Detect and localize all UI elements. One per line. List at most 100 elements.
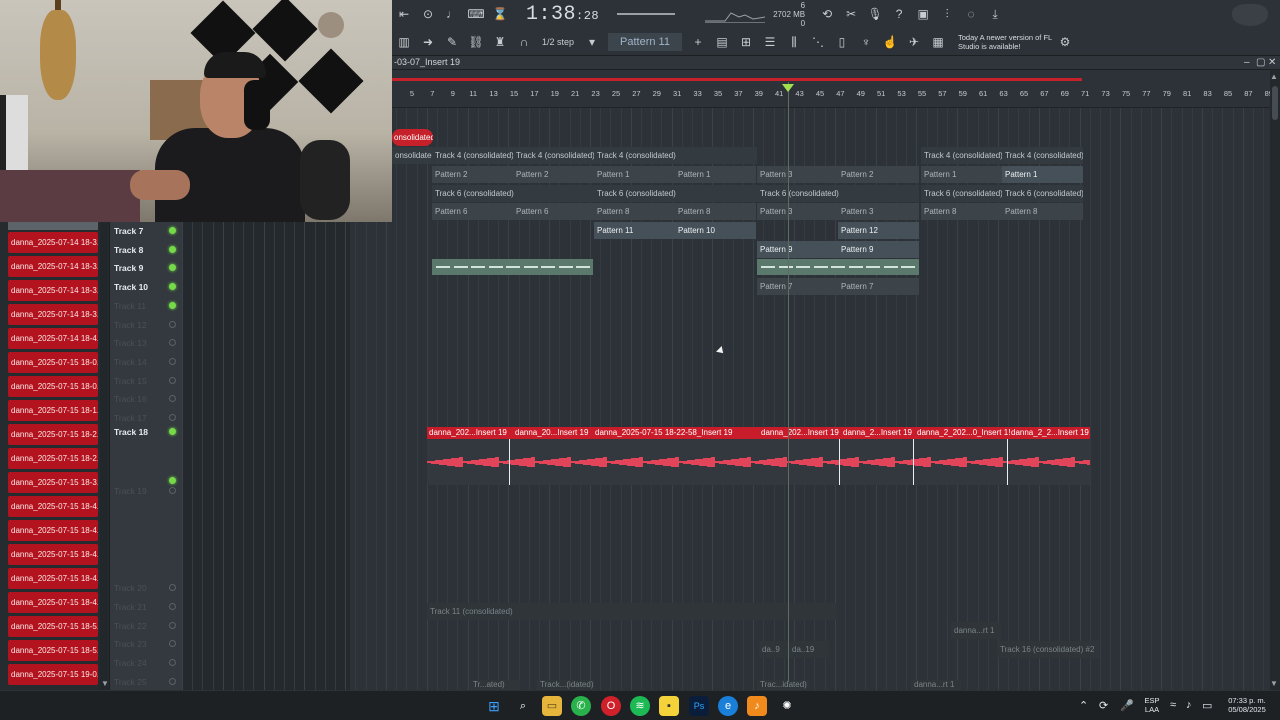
- track-header[interactable]: Track 10: [110, 278, 182, 297]
- script-icon[interactable]: ✈: [904, 33, 924, 51]
- microphone-icon[interactable]: 🎤: [1120, 699, 1134, 712]
- clip-track6-consolidated[interactable]: Track 6 (consolidated): [921, 185, 1002, 202]
- clip-track4-consolidated[interactable]: Track 4 (consolidated): [921, 147, 1002, 164]
- track-header[interactable]: Track 11: [110, 297, 182, 316]
- clip-pattern[interactable]: Pattern 1: [675, 166, 756, 183]
- clip-track6-consolidated[interactable]: Track 6 (consolidated): [757, 185, 919, 202]
- track-mute-led[interactable]: [169, 640, 176, 647]
- clip-danna-short[interactable]: da..9: [759, 641, 789, 658]
- track-mute-led[interactable]: [169, 283, 176, 291]
- clip-pattern[interactable]: Pattern 7: [838, 278, 919, 295]
- track-mute-led[interactable]: [169, 264, 176, 272]
- close-icon[interactable]: ✕: [1268, 57, 1276, 68]
- magnet-icon[interactable]: ∩: [514, 33, 534, 51]
- playlist-icon[interactable]: ▤: [712, 33, 732, 51]
- spotify-icon[interactable]: ≋: [630, 696, 650, 716]
- mode-icon[interactable]: ⇤: [394, 5, 414, 23]
- plugin-icon[interactable]: ♆: [856, 33, 876, 51]
- file-explorer-icon[interactable]: ▭: [542, 696, 562, 716]
- track-header[interactable]: Track 9: [110, 259, 182, 278]
- windows-start-icon[interactable]: ⊞: [484, 696, 504, 716]
- browser-audio-file[interactable]: danna_2025-07-15 18-0...: [8, 352, 98, 373]
- clip-consolidated-tag[interactable]: onsolidated): [392, 129, 433, 146]
- clip-pattern[interactable]: Pattern 8: [594, 203, 675, 220]
- master-volume-slider[interactable]: [617, 13, 676, 15]
- clip-danna-part[interactable]: danna...rt 1: [911, 680, 961, 690]
- edge-icon[interactable]: e: [718, 696, 738, 716]
- chevron-up-icon[interactable]: ⌃: [1079, 699, 1088, 712]
- maximize-icon[interactable]: ▢: [1256, 57, 1265, 68]
- channel-rack-icon[interactable]: ⊞: [736, 33, 756, 51]
- track-header[interactable]: Track 13: [110, 334, 182, 353]
- browser-audio-file[interactable]: danna_2025-07-14 18-3...: [8, 232, 98, 253]
- track-mute-led[interactable]: [169, 659, 176, 666]
- track-header[interactable]: Track 19: [110, 482, 182, 501]
- browser-icon[interactable]: ▯: [832, 33, 852, 51]
- track-mute-led[interactable]: [169, 487, 176, 494]
- touch-icon[interactable]: ☝: [880, 33, 900, 51]
- track-mute-led[interactable]: [169, 301, 176, 309]
- stamp-icon[interactable]: ♜: [490, 33, 510, 51]
- volume-icon[interactable]: ♪: [1186, 699, 1192, 711]
- clip-pattern[interactable]: Pattern 6: [432, 203, 513, 220]
- pattern-song-icon[interactable]: ▥: [394, 33, 414, 51]
- clip-track6-consolidated[interactable]: Track 6 (consolidated): [432, 185, 594, 202]
- clip-green-pattern[interactable]: [432, 259, 593, 275]
- clip-pattern[interactable]: Pattern 7: [757, 278, 838, 295]
- clip-pattern[interactable]: Pattern 9: [757, 241, 838, 258]
- wifi-icon[interactable]: ≈: [1170, 699, 1176, 711]
- browser-audio-file[interactable]: danna_2025-07-15 18-4...: [8, 496, 98, 517]
- scrollbar-thumb[interactable]: [1272, 86, 1278, 120]
- clip-pattern[interactable]: Pattern 3: [757, 203, 838, 220]
- save-icon[interactable]: ▣: [913, 5, 933, 23]
- clip-pattern[interactable]: Pattern 10: [675, 222, 756, 239]
- search-icon[interactable]: ⌕: [513, 696, 533, 716]
- browser-audio-file[interactable]: danna_2025-07-15 18-5...: [8, 640, 98, 661]
- clip-pattern[interactable]: Pattern 8: [675, 203, 756, 220]
- browser-audio-file[interactable]: danna_2025-07-15 18-2...: [8, 448, 98, 469]
- track-mute-led[interactable]: [169, 603, 176, 610]
- language-indicator[interactable]: ESP LAA: [1140, 696, 1164, 714]
- clip-track4-consolidated[interactable]: Track 4 (consolidated): [1002, 147, 1083, 164]
- clip-pattern[interactable]: Pattern 1: [594, 166, 675, 183]
- track-mute-led[interactable]: [169, 414, 176, 421]
- clip-track6-consolidated[interactable]: Track 6 (consolidated): [594, 185, 757, 202]
- wait-icon[interactable]: ⌛: [490, 5, 510, 23]
- clip-track-consolidated[interactable]: Track...(idated): [537, 680, 594, 690]
- clip-pattern[interactable]: Pattern 1: [921, 166, 1002, 183]
- pencil-icon[interactable]: ✎: [442, 33, 462, 51]
- clip-pattern[interactable]: Pattern 12: [838, 222, 919, 239]
- browser-audio-file[interactable]: danna_2025-07-15 18-4...: [8, 520, 98, 541]
- clip-pattern[interactable]: Pattern 2: [432, 166, 513, 183]
- clip-pattern[interactable]: Pattern 9: [838, 241, 919, 258]
- link-icon[interactable]: ⛓: [466, 33, 486, 51]
- piano-roll-icon[interactable]: ☰: [760, 33, 780, 51]
- track-mute-led[interactable]: [169, 376, 176, 384]
- chevron-down-icon[interactable]: ▼: [101, 679, 109, 688]
- sticky-notes-icon[interactable]: ▪: [659, 696, 679, 716]
- clip-track-consolidated[interactable]: Tr...ated): [470, 680, 520, 690]
- track-mute-led[interactable]: [169, 245, 176, 253]
- track-mute-led[interactable]: [169, 227, 176, 234]
- add-pattern-icon[interactable]: +: [688, 33, 708, 51]
- track-mute-led[interactable]: [169, 584, 176, 591]
- track-mute-led[interactable]: [169, 622, 176, 629]
- snap-select[interactable]: 1/2 step: [542, 37, 574, 47]
- chat-icon[interactable]: ◌: [961, 5, 981, 23]
- clip-green-pattern[interactable]: [757, 259, 919, 275]
- photoshop-icon[interactable]: Ps: [689, 696, 709, 716]
- clip-track-consolidated[interactable]: Trac...idated): [757, 680, 809, 690]
- picker-icon[interactable]: ▦: [928, 33, 948, 51]
- browser-audio-file[interactable]: danna_2025-07-15 18-5...: [8, 616, 98, 637]
- browser-audio-file[interactable]: danna_2025-07-15 18-2...: [8, 424, 98, 445]
- track-header[interactable]: Track 21: [110, 598, 182, 617]
- browser-audio-file[interactable]: danna_2025-07-14 18-4...: [8, 328, 98, 349]
- track-header[interactable]: Track 16: [110, 390, 182, 409]
- clock[interactable]: 07:33 p. m. 05/08/2025: [1222, 696, 1272, 714]
- track-mute-led[interactable]: [169, 678, 176, 685]
- clip-pattern-selected[interactable]: Pattern 1: [1002, 166, 1083, 183]
- track-header[interactable]: Track 15: [110, 372, 182, 391]
- track-mute-led[interactable]: [169, 357, 176, 365]
- clip-track-consolidated[interactable]: onsolidated): [392, 147, 432, 164]
- browser-audio-file[interactable]: danna_2025-07-15 18-1...: [8, 400, 98, 421]
